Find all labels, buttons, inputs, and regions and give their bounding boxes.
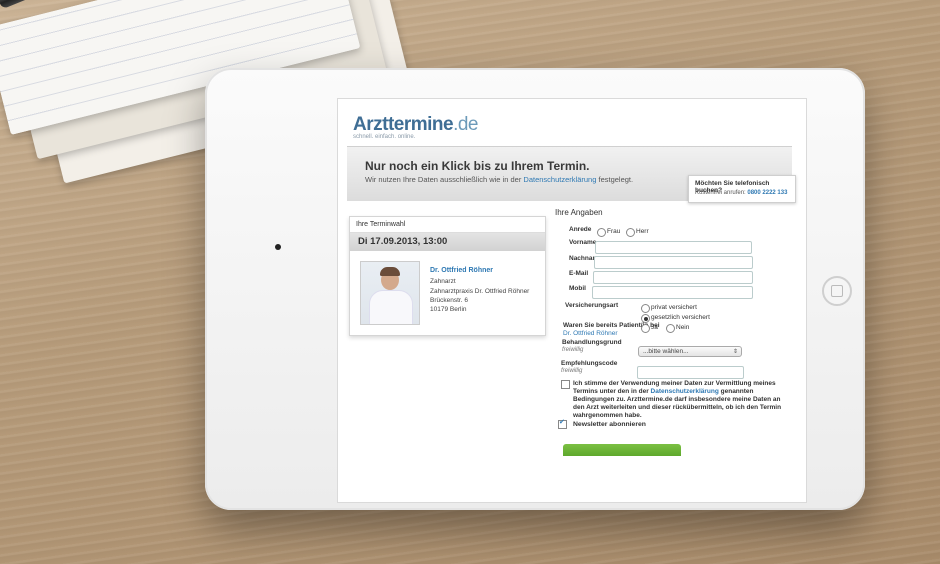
doctor-name-link[interactable]: Dr. Ottfried Röhner: [430, 267, 493, 274]
privacy-link[interactable]: Datenschutzerklärung: [523, 175, 596, 184]
patient-nein-label: Nein: [676, 324, 690, 331]
email-label: E-Mail: [569, 270, 589, 277]
appointment-date: Di 17.09.2013, 13:00: [350, 233, 545, 251]
patient-ja-radio[interactable]: [641, 324, 650, 333]
privat-label: privat versichert: [651, 304, 697, 311]
chevron-updown-icon: ⇕: [732, 349, 738, 355]
vorname-input[interactable]: [595, 241, 752, 254]
versicherung-label: Versicherungsart: [565, 302, 619, 309]
consent-text: Ich stimme der Verwendung meiner Daten z…: [573, 380, 782, 419]
doctor-photo: [360, 261, 420, 325]
phone-booking-box: Möchten Sie telefonisch buchen? Kostenfr…: [688, 175, 796, 203]
consent-checkbox[interactable]: [561, 380, 570, 389]
mobil-input[interactable]: [592, 286, 753, 299]
gesetzlich-label: gesetzlich versichert: [651, 314, 710, 321]
submit-button[interactable]: [563, 444, 681, 456]
tablet-device: Arzttermine.de schnell. einfach. online.…: [205, 68, 865, 510]
home-button[interactable]: [822, 276, 852, 306]
patient-doctor-link[interactable]: Dr. Ottfried Röhner: [563, 330, 618, 337]
practice-name: Zahnarztpraxis Dr. Ottfried Röhner: [430, 288, 530, 295]
patient-ja-label: Ja: [651, 324, 658, 331]
mobil-label: Mobil: [569, 285, 586, 292]
behandlung-label: Behandlungsgrund: [562, 339, 622, 346]
practice-street: Brückenstr. 6: [430, 297, 468, 304]
anrede-herr-radio[interactable]: [626, 228, 635, 237]
camera-icon: [275, 244, 281, 250]
booking-banner: Nur noch ein Klick bis zu Ihrem Termin. …: [347, 146, 796, 203]
anrede-herr-label: Herr: [636, 228, 649, 235]
patient-nein-radio[interactable]: [666, 324, 675, 333]
practice-city: 10179 Berlin: [430, 306, 467, 313]
newsletter-label: Newsletter abonnieren: [573, 421, 646, 428]
behandlung-optional: freiwillig: [562, 347, 584, 353]
booking-form: Ihre Angaben Anrede Frau Herr Vorname Na…: [555, 208, 795, 503]
phone-number[interactable]: 0800 2222 133: [747, 190, 787, 196]
anrede-frau-radio[interactable]: [597, 228, 606, 237]
banner-subtitle: Wir nutzen Ihre Daten ausschließlich wie…: [365, 175, 634, 184]
empfehlung-optional: freiwillig: [561, 368, 583, 374]
site-logo[interactable]: Arzttermine.de schnell. einfach. online.: [353, 114, 478, 140]
appointment-header: Ihre Terminwahl: [350, 217, 545, 233]
appointment-card: Ihre Terminwahl Di 17.09.2013, 13:00 Dr.…: [349, 216, 546, 336]
privat-radio[interactable]: [641, 304, 650, 313]
screen: Arzttermine.de schnell. einfach. online.…: [337, 98, 807, 503]
behandlung-select[interactable]: ...bitte wählen... ⇕: [638, 346, 742, 357]
nachname-input[interactable]: [594, 256, 753, 269]
empfehlung-input[interactable]: [637, 366, 744, 379]
newsletter-checkbox[interactable]: [558, 418, 567, 429]
empfehlung-label: Empfehlungscode: [561, 360, 618, 367]
form-title: Ihre Angaben: [555, 208, 603, 217]
anrede-label: Anrede: [569, 226, 592, 233]
banner-title: Nur noch ein Klick bis zu Ihrem Termin.: [365, 159, 590, 173]
vorname-label: Vorname: [569, 239, 597, 246]
consent-privacy-link[interactable]: Datenschutzerklärung: [651, 388, 719, 395]
doctor-specialty: Zahnarzt: [430, 278, 456, 285]
email-input[interactable]: [593, 271, 753, 284]
anrede-frau-label: Frau: [607, 228, 621, 235]
